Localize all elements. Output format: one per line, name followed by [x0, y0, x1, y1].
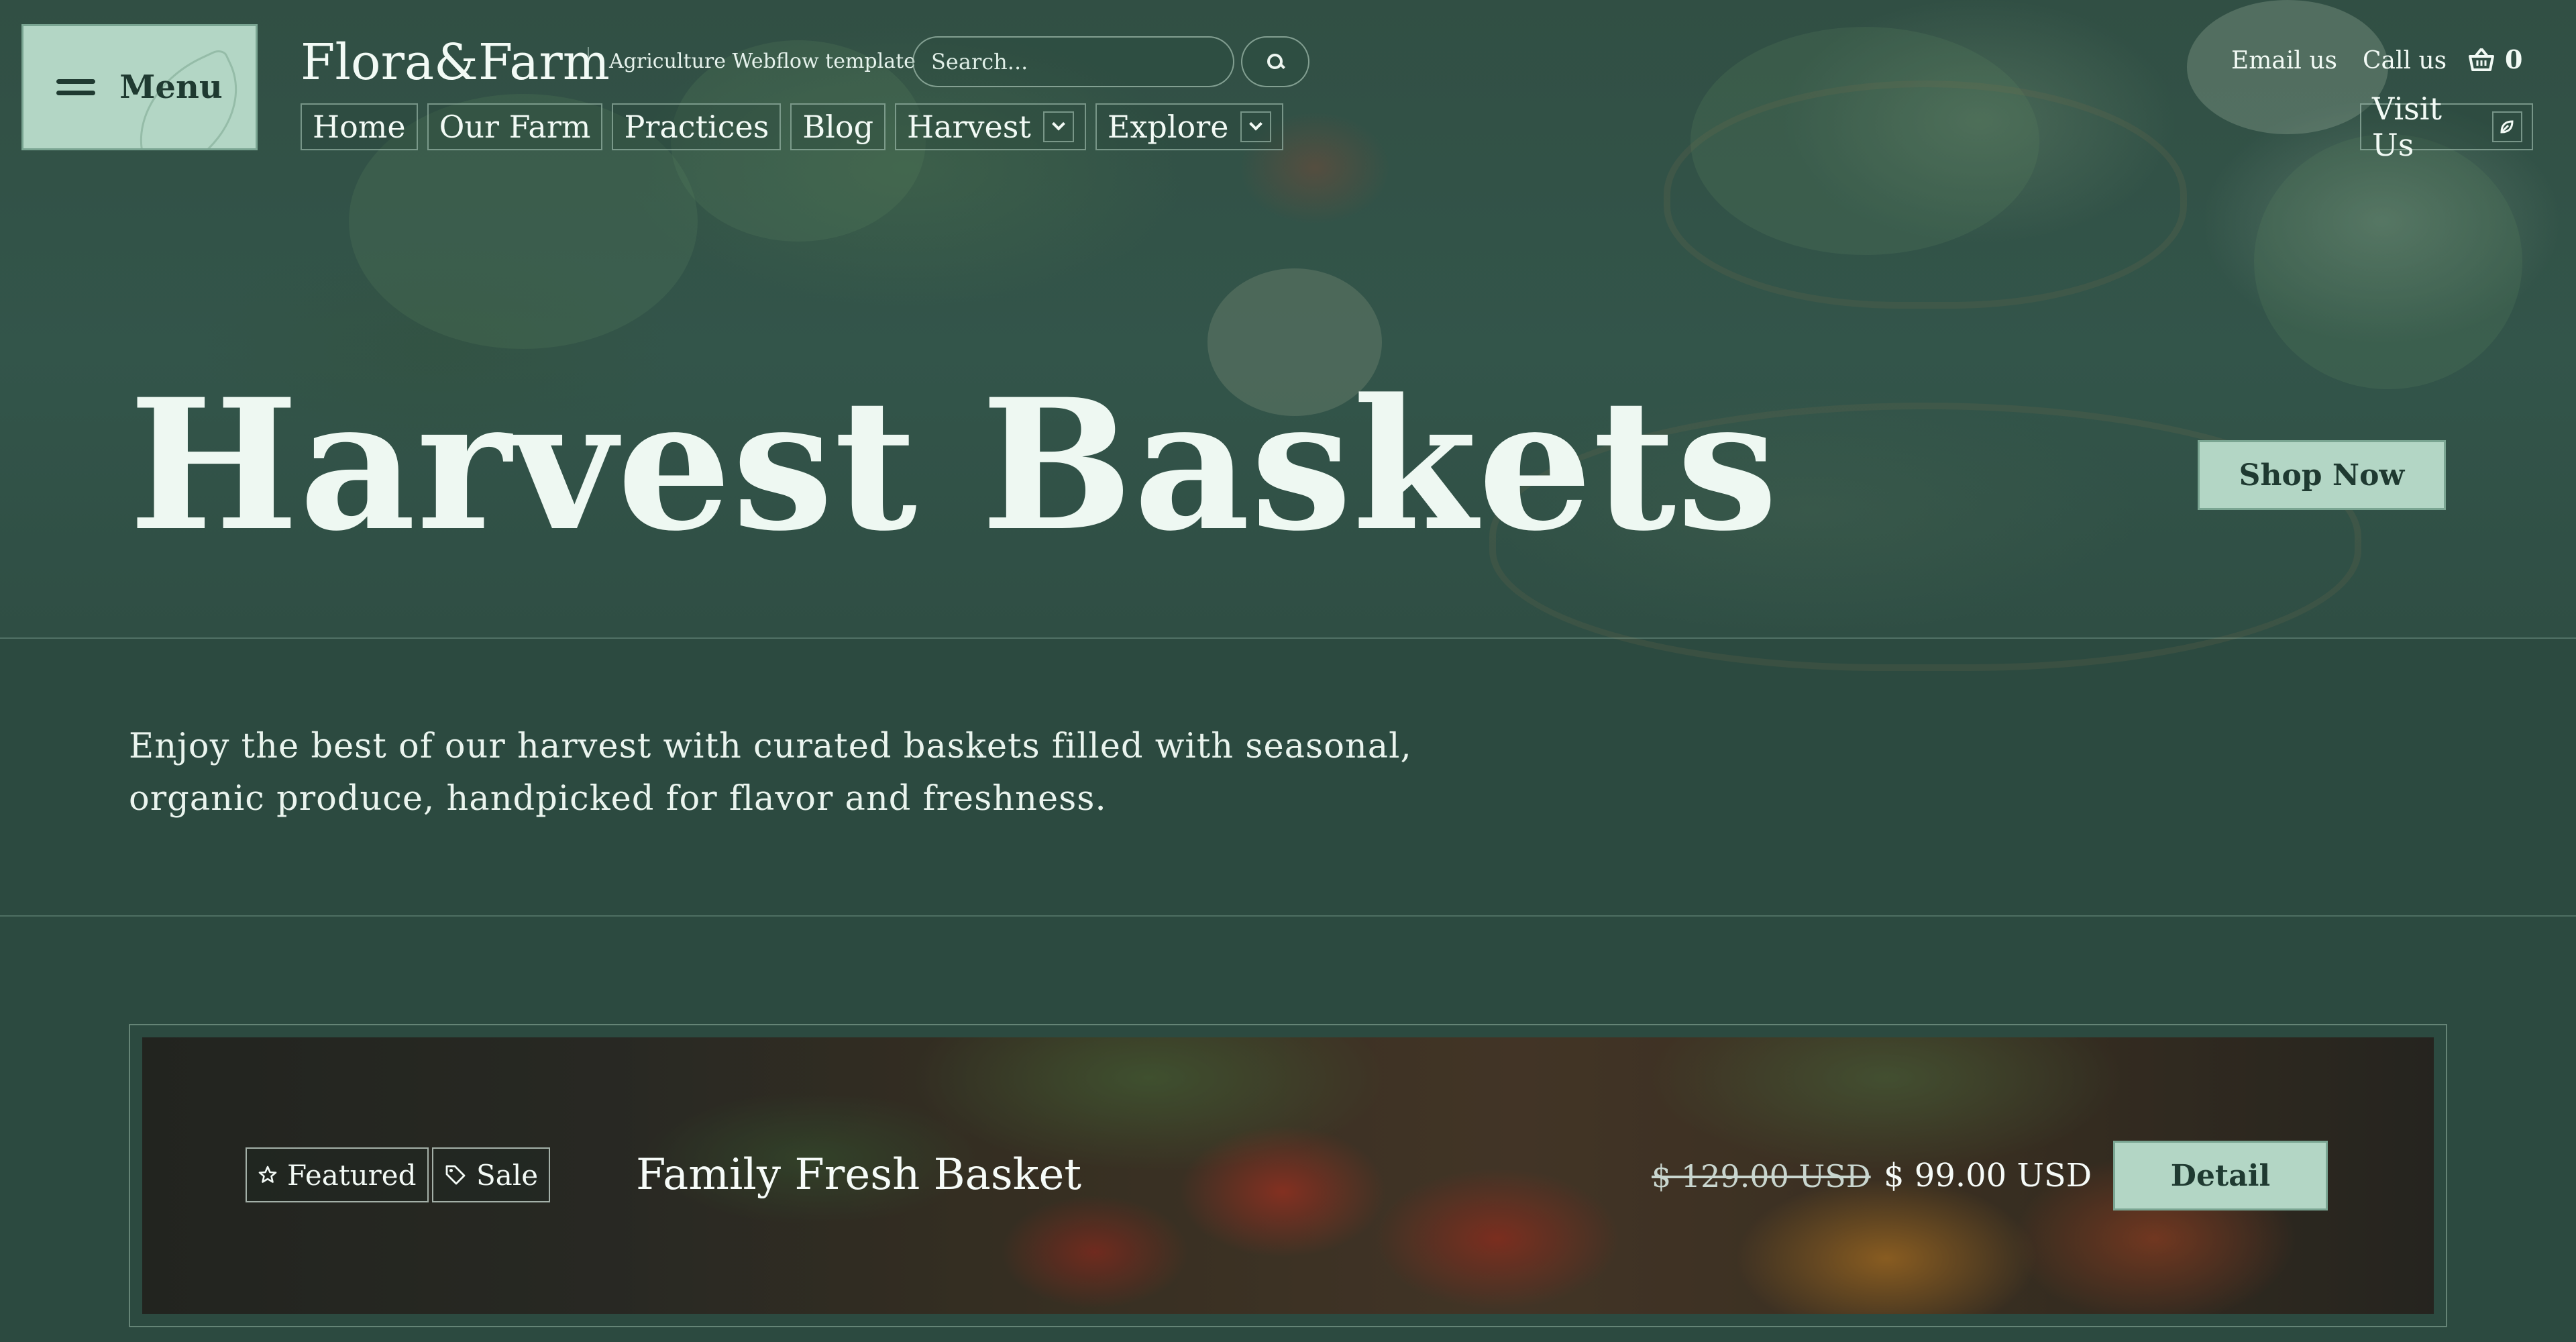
menu-button[interactable]: Menu — [21, 24, 258, 150]
nav-our-farm[interactable]: Our Farm — [427, 103, 603, 150]
search-icon — [1267, 54, 1283, 70]
intro-text: Enjoy the best of our harvest with curat… — [129, 727, 1412, 819]
nav-label: Blog — [802, 109, 874, 145]
sale-label: Sale — [476, 1158, 539, 1192]
nav-home[interactable]: Home — [301, 103, 418, 150]
section-divider — [0, 915, 2576, 917]
search-input[interactable] — [912, 36, 1234, 87]
product-card-image: Featured Sale Family Fresh Basket $ 129.… — [142, 1037, 2434, 1314]
page: Menu Flora&Farm Agriculture Webflow temp… — [0, 0, 2576, 1342]
original-price: $ 129.00 USD — [1652, 1158, 1871, 1194]
nav-explore-dropdown[interactable]: Explore — [1095, 103, 1284, 150]
email-us-link[interactable]: Email us — [2231, 47, 2337, 74]
nav-label: Practices — [624, 109, 769, 145]
search-button[interactable] — [1241, 36, 1309, 87]
shop-now-label: Shop Now — [2239, 458, 2405, 493]
tagline: Agriculture Webflow template — [609, 50, 916, 73]
visit-us-label: Visit Us — [2372, 91, 2442, 163]
section-divider — [0, 637, 2576, 639]
featured-badge: Featured — [246, 1147, 429, 1202]
nav-practices[interactable]: Practices — [612, 103, 782, 150]
detail-button[interactable]: Detail — [2113, 1141, 2328, 1210]
nav-label: Harvest — [907, 109, 1031, 145]
cart-count: 0 — [2505, 44, 2523, 74]
visit-us-button[interactable]: Visit Us — [2360, 91, 2533, 163]
chevron-down-icon — [1042, 111, 1074, 142]
tag-icon — [445, 1165, 466, 1185]
sale-price: $ 99.00 USD — [1884, 1157, 2092, 1194]
basket-icon — [2469, 48, 2494, 71]
nav-harvest-dropdown[interactable]: Harvest — [895, 103, 1086, 150]
logo[interactable]: Flora&Farm — [301, 34, 610, 91]
nav-label: Explore — [1107, 109, 1229, 145]
star-icon — [258, 1166, 277, 1183]
call-us-link[interactable]: Call us — [2363, 47, 2447, 74]
nav-label: Our Farm — [439, 109, 591, 145]
leaf-icon — [2491, 111, 2522, 142]
shop-now-button[interactable]: Shop Now — [2198, 440, 2446, 510]
sale-badge: Sale — [432, 1147, 551, 1202]
hero-title: Harvest Baskets — [129, 360, 1779, 571]
nav-blog[interactable]: Blog — [790, 103, 886, 150]
featured-label: Featured — [287, 1158, 417, 1192]
hamburger-icon — [56, 79, 96, 95]
nav-label: Home — [313, 109, 406, 145]
product-card[interactable]: Featured Sale Family Fresh Basket $ 129.… — [129, 1024, 2447, 1327]
logo-divider — [588, 47, 589, 79]
product-name[interactable]: Family Fresh Basket — [636, 1150, 1081, 1200]
detail-label: Detail — [2170, 1158, 2271, 1193]
main-nav: Home Our Farm Practices Blog Harvest Exp… — [301, 103, 1284, 150]
chevron-down-icon — [1240, 111, 1272, 142]
cart-button[interactable]: 0 — [2467, 44, 2522, 74]
